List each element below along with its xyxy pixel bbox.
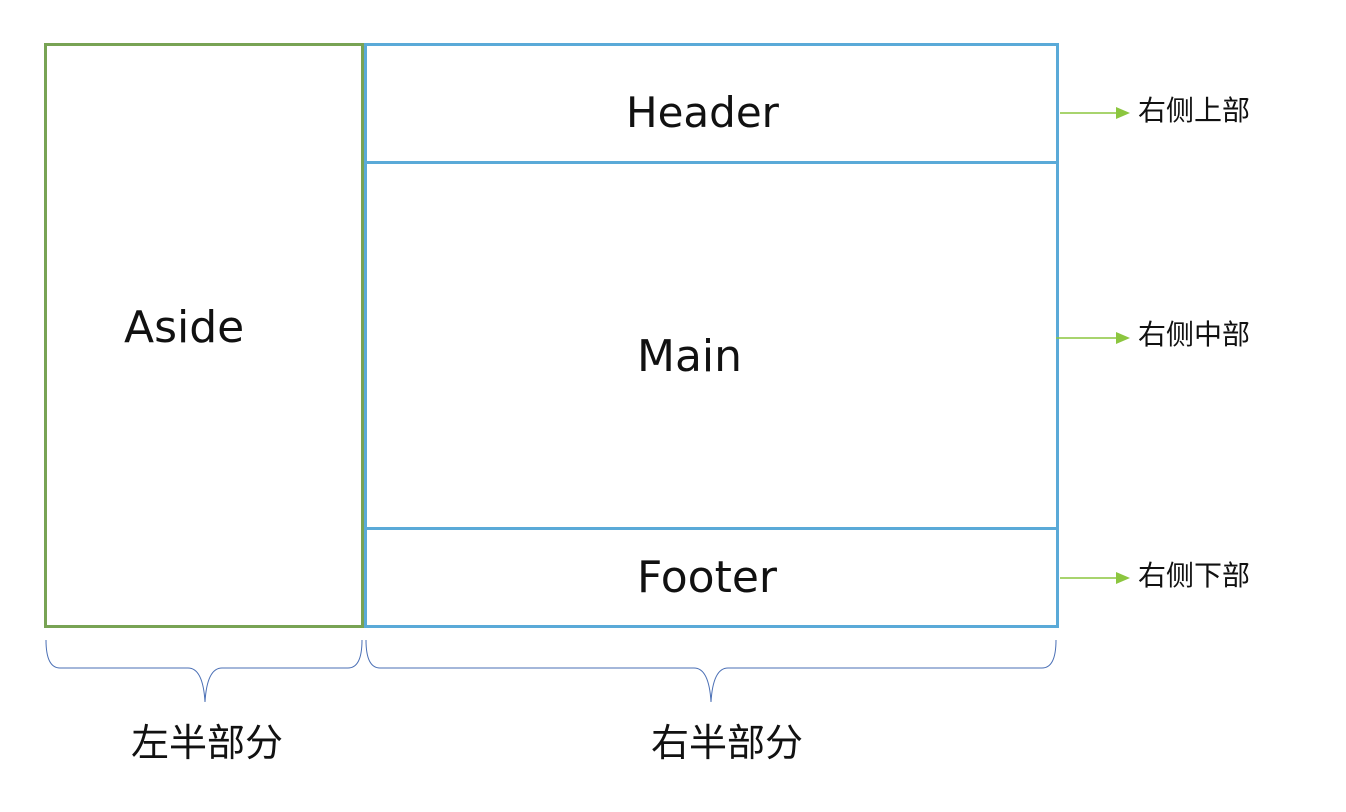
arrow-top: [1060, 107, 1130, 119]
right-half-brace: [365, 639, 1057, 703]
arrow-bottom: [1060, 572, 1130, 584]
arrow-middle: [1056, 332, 1130, 344]
right-half-label: 右半部分: [651, 721, 804, 765]
note-right-bottom: 右侧下部: [1138, 559, 1251, 592]
left-half-brace: [45, 639, 363, 703]
note-right-top: 右侧上部: [1138, 94, 1251, 127]
left-half-label: 左半部分: [131, 721, 284, 765]
note-right-middle: 右侧中部: [1138, 318, 1251, 351]
